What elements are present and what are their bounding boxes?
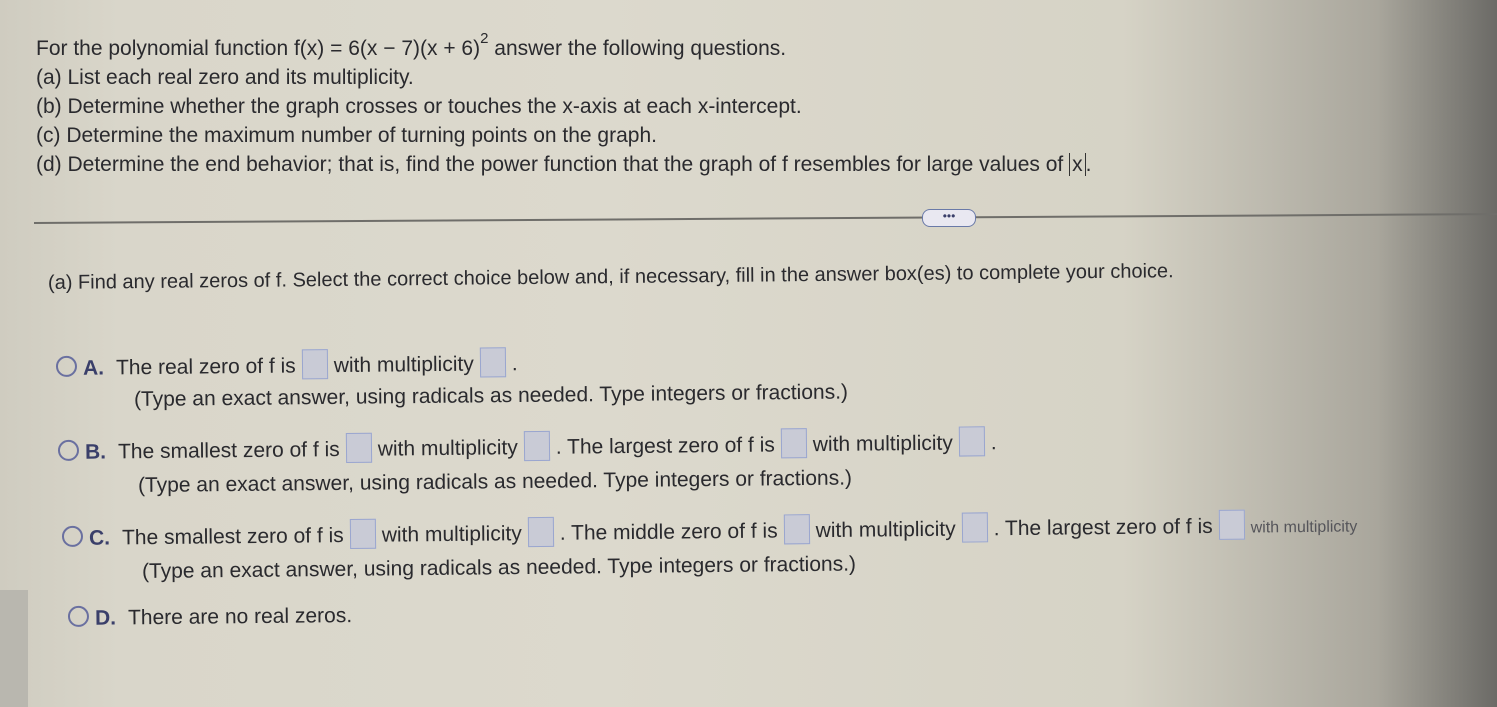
choice-a-letter: A. [82,356,105,380]
choice-a-zero-input[interactable] [301,349,328,380]
choice-a-radio[interactable] [55,355,78,377]
choice-c-letter: C. [88,526,111,550]
choice-b-note: (Type an exact answer, using radicals as… [137,466,853,497]
expand-more-button[interactable]: ••• [922,209,976,227]
choice-c-smallest-multiplicity-input[interactable] [527,516,554,548]
choice-a-note: (Type an exact answer, using radicals as… [133,380,849,411]
choice-c-middle-zero-input[interactable] [783,514,810,545]
subquestion-prompt: (a) Find any real zeros of f. Select the… [47,260,1174,294]
choice-d: D. There are no real zeros. [67,603,352,631]
question-part-d: (d) Determine the end behavior; that is,… [36,153,1092,176]
choice-b-letter: B. [84,440,107,464]
choice-b-radio[interactable] [57,439,80,461]
choice-a: A. The real zero of f is with multiplicity… [55,347,518,382]
choice-c-radio[interactable] [61,525,84,547]
absolute-value-x: x [1069,153,1086,176]
choice-c-largest-zero-input[interactable] [1218,509,1245,540]
choice-b-largest-zero-input[interactable] [780,428,807,459]
choice-b-smallest-zero-input[interactable] [345,432,372,463]
choice-b-smallest-multiplicity-input[interactable] [523,430,550,462]
choice-c-note: (Type an exact answer, using radicals as… [141,552,857,583]
choice-d-radio[interactable] [67,605,90,627]
section-divider [33,213,1497,224]
choice-c-middle-multiplicity-input[interactable] [961,512,988,543]
question-intro: For the polynomial function f(x) = 6(x −… [36,30,787,60]
question-part-c: (c) Determine the maximum number of turn… [36,124,657,147]
question-part-a: (a) List each real zero and its multipli… [36,66,414,89]
choice-b-largest-multiplicity-input[interactable] [958,426,985,457]
choice-d-letter: D. [94,606,117,630]
question-text: For the polynomial function f(x) = 6(x −… [36,28,1091,179]
left-edge-strip [0,590,28,707]
question-part-b: (b) Determine whether the graph crosses … [36,95,802,118]
choice-c-smallest-zero-input[interactable] [349,518,376,549]
choice-a-multiplicity-input[interactable] [479,347,506,378]
choice-c: C. The smallest zero of f is with multipli… [61,508,1358,552]
choice-b: B. The smallest zero of f is with multipli… [57,426,997,466]
